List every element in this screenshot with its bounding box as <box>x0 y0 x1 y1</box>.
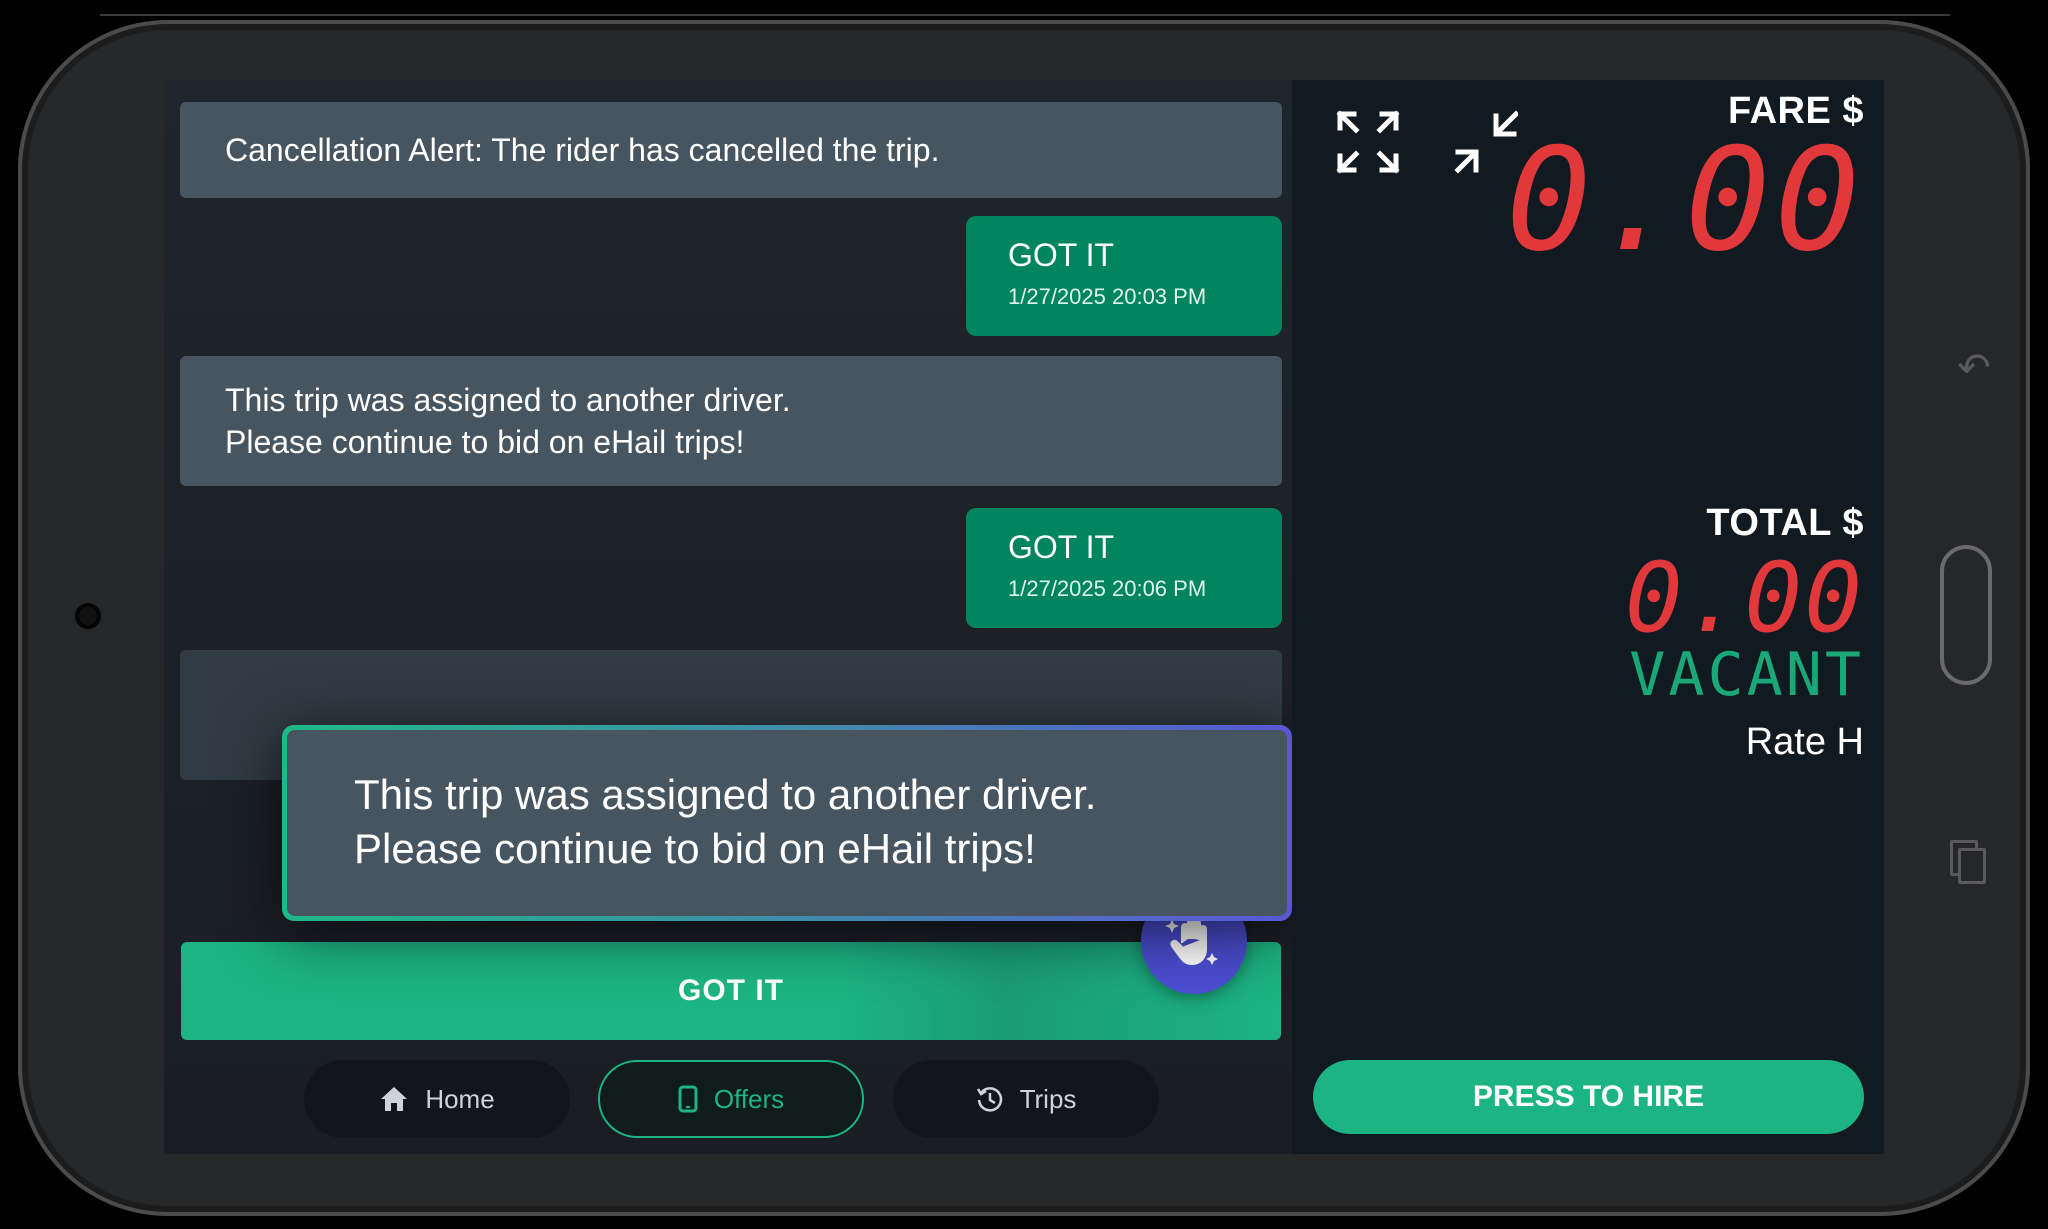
nav-label: Trips <box>1019 1083 1077 1114</box>
got-it-button[interactable]: GOT IT <box>181 942 1281 1040</box>
nav-label: Offers <box>713 1083 785 1114</box>
message-line: Cancellation Alert: The rider has cancel… <box>225 132 940 168</box>
meter-pane: FARE $ 0.00 TOTAL $ 0.00 VACANT Rate H P… <box>1292 80 1884 1154</box>
total-label: TOTAL $ <box>1706 502 1864 544</box>
nav-label: Home <box>425 1083 495 1114</box>
home-icon <box>381 1087 408 1111</box>
reply-timestamp: 1/27/2025 20:03 PM <box>1008 284 1207 309</box>
incoming-message: Cancellation Alert: The rider has cancel… <box>180 102 1282 198</box>
nav-home[interactable]: Home <box>304 1060 570 1138</box>
home-hardware-button[interactable] <box>1940 545 1992 685</box>
toast-line: This trip was assigned to another driver… <box>354 771 1097 818</box>
message-line: This trip was assigned to another driver… <box>225 382 791 418</box>
recent-apps-icon[interactable] <box>1950 840 1986 886</box>
press-to-hire-button[interactable]: PRESS TO HIRE <box>1313 1060 1864 1134</box>
total-value: 0.00 <box>1624 542 1864 654</box>
nav-offers[interactable]: Offers <box>598 1060 864 1138</box>
fare-value: 0.00 <box>1506 118 1864 283</box>
tablet-top-edge <box>100 14 1950 16</box>
device-screen: Cancellation Alert: The rider has cancel… <box>164 80 1884 1154</box>
incoming-message: This trip was assigned to another driver… <box>180 356 1282 486</box>
back-button-icon[interactable]: ↶ <box>1956 348 1992 388</box>
front-camera <box>79 607 97 625</box>
notification-toast: This trip was assigned to another driver… <box>282 725 1292 921</box>
reply-message: GOT IT 1/27/2025 20:06 PM <box>966 508 1282 628</box>
expand-icon[interactable] <box>1336 110 1400 174</box>
reply-message: GOT IT 1/27/2025 20:03 PM <box>966 216 1282 336</box>
status-vacant: VACANT <box>1629 640 1864 710</box>
toast-line: Please continue to bid on eHail trips! <box>354 825 1036 872</box>
nav-trips[interactable]: Trips <box>893 1060 1159 1138</box>
rate-label: Rate H <box>1745 721 1864 763</box>
messages-pane: Cancellation Alert: The rider has cancel… <box>164 80 1292 1154</box>
phone-icon <box>678 1085 698 1113</box>
history-icon <box>976 1087 1002 1112</box>
message-line: Please continue to bid on eHail trips! <box>225 424 745 460</box>
reply-text: GOT IT <box>1008 529 1115 565</box>
reply-timestamp: 1/27/2025 20:06 PM <box>1008 576 1207 601</box>
reply-text: GOT IT <box>1008 237 1115 273</box>
